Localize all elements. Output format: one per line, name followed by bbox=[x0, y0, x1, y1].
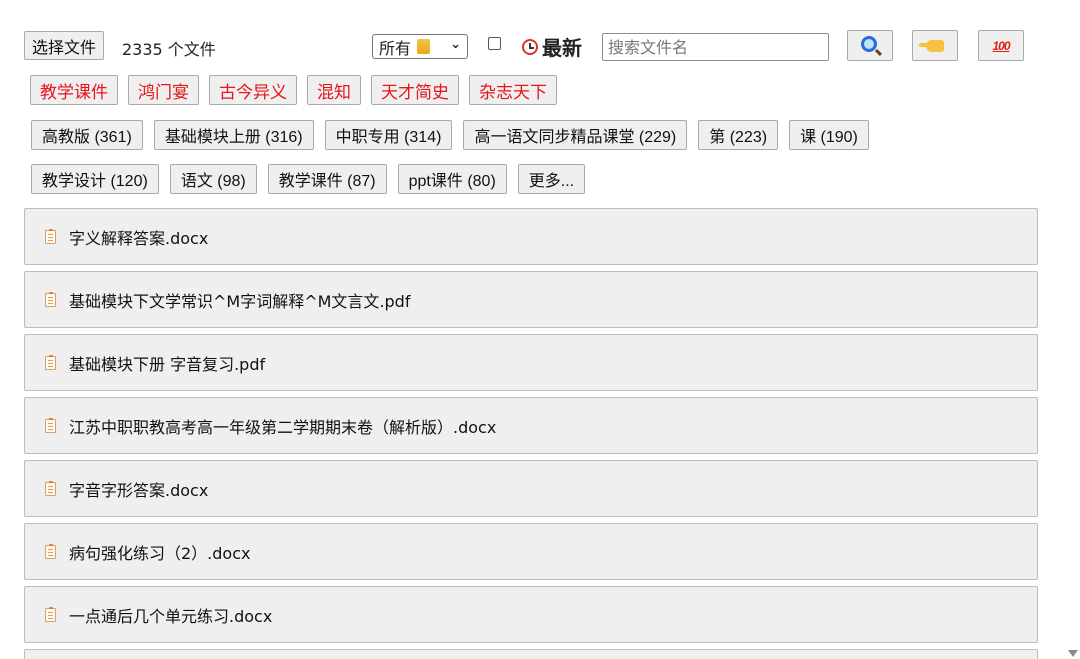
pointing-hand-button[interactable] bbox=[912, 30, 958, 61]
filter-select[interactable]: 所有 ⌄ bbox=[372, 34, 468, 59]
tag-row-1: 高教版 (361) 基础模块上册 (316) 中职专用 (314) 高一语文同步… bbox=[31, 120, 869, 150]
file-name: 基础模块下文学常识^M字词解释^M文言文.pdf bbox=[69, 291, 411, 311]
file-name: 一点通后几个单元练习.docx bbox=[69, 606, 273, 626]
file-browser-page: 选择文件 2335 个文件 所有 ⌄ 最新 100 教学课件 鸿门宴 古今异义 … bbox=[0, 0, 1080, 659]
category-button[interactable]: 混知 bbox=[307, 75, 361, 105]
file-list-item[interactable]: 基础模块下文学常识^M字词解释^M文言文.pdf bbox=[24, 271, 1038, 328]
tag-button[interactable]: ppt课件 (80) bbox=[397, 164, 507, 194]
latest-checkbox[interactable] bbox=[488, 37, 501, 50]
file-list-item[interactable]: 江苏中职职教高考高一年级第二学期期末卷（解析版）.docx bbox=[24, 397, 1038, 454]
pointing-hand-icon bbox=[919, 39, 944, 52]
file-list-item[interactable]: 字义解释答案.docx bbox=[24, 208, 1038, 265]
document-icon bbox=[45, 354, 56, 370]
document-icon bbox=[45, 228, 56, 244]
choose-file-button[interactable]: 选择文件 bbox=[24, 31, 105, 60]
file-count-label: 2335 个文件 bbox=[122, 40, 216, 59]
hundred-points-button[interactable]: 100 bbox=[978, 30, 1024, 61]
file-name: 基础模块下册 字音复习.pdf bbox=[69, 354, 266, 374]
tag-button[interactable]: 中职专用 (314) bbox=[324, 120, 453, 150]
category-button[interactable]: 天才简史 bbox=[371, 75, 459, 105]
category-row: 教学课件 鸿门宴 古今异义 混知 天才简史 杂志天下 bbox=[30, 75, 557, 105]
file-name: 病句强化练习（2）.docx bbox=[69, 543, 251, 563]
tag-button[interactable]: 教学课件 (87) bbox=[267, 164, 387, 194]
more-tags-button[interactable]: 更多... bbox=[517, 164, 586, 194]
tag-row-2: 教学设计 (120) 语文 (98) 教学课件 (87) ppt课件 (80) … bbox=[31, 164, 586, 194]
latest-toggle[interactable]: 最新 bbox=[522, 32, 582, 61]
tag-button[interactable]: 基础模块上册 (316) bbox=[153, 120, 314, 150]
scroll-down-arrow-icon[interactable] bbox=[1068, 650, 1078, 657]
document-icon bbox=[45, 543, 56, 559]
file-list-item[interactable]: 一点通后几个单元练习.docx bbox=[24, 586, 1038, 643]
category-button[interactable]: 鸿门宴 bbox=[128, 75, 199, 105]
category-button[interactable]: 古今异义 bbox=[209, 75, 297, 105]
document-icon bbox=[45, 291, 56, 307]
file-name: 字音字形答案.docx bbox=[69, 480, 209, 500]
chevron-down-icon: ⌄ bbox=[450, 37, 461, 52]
tag-button[interactable]: 高教版 (361) bbox=[31, 120, 143, 150]
tag-button[interactable]: 教学设计 (120) bbox=[31, 164, 159, 194]
document-icon bbox=[45, 480, 56, 496]
file-name: 江苏中职职教高考高一年级第二学期期末卷（解析版）.docx bbox=[69, 417, 497, 437]
document-icon bbox=[45, 417, 56, 433]
file-name: 字义解释答案.docx bbox=[69, 228, 209, 248]
document-icon bbox=[45, 606, 56, 622]
search-input[interactable] bbox=[602, 33, 829, 61]
category-button[interactable]: 杂志天下 bbox=[469, 75, 557, 105]
filter-select-value: 所有 bbox=[379, 38, 412, 58]
alarm-clock-icon bbox=[522, 38, 538, 55]
tag-button[interactable]: 课 (190) bbox=[789, 120, 869, 150]
category-button[interactable]: 教学课件 bbox=[30, 75, 118, 105]
file-list-item[interactable]: 基础模块下册 字音复习.pdf bbox=[24, 334, 1038, 391]
search-button[interactable] bbox=[847, 30, 893, 61]
magnifier-icon bbox=[860, 36, 877, 52]
file-list-item-partial[interactable] bbox=[24, 649, 1038, 659]
hundred-points-icon: 100 bbox=[992, 38, 1010, 53]
file-list-item[interactable]: 字音字形答案.docx bbox=[24, 460, 1038, 517]
latest-label: 最新 bbox=[542, 36, 582, 60]
tag-button[interactable]: 高一语文同步精品课堂 (229) bbox=[463, 120, 688, 150]
file-list: 字义解释答案.docx 基础模块下文学常识^M字词解释^M文言文.pdf 基础模… bbox=[24, 208, 1038, 659]
tag-button[interactable]: 语文 (98) bbox=[169, 164, 257, 194]
file-list-item[interactable]: 病句强化练习（2）.docx bbox=[24, 523, 1038, 580]
tag-button[interactable]: 第 (223) bbox=[698, 120, 779, 150]
notebook-icon bbox=[417, 39, 431, 54]
